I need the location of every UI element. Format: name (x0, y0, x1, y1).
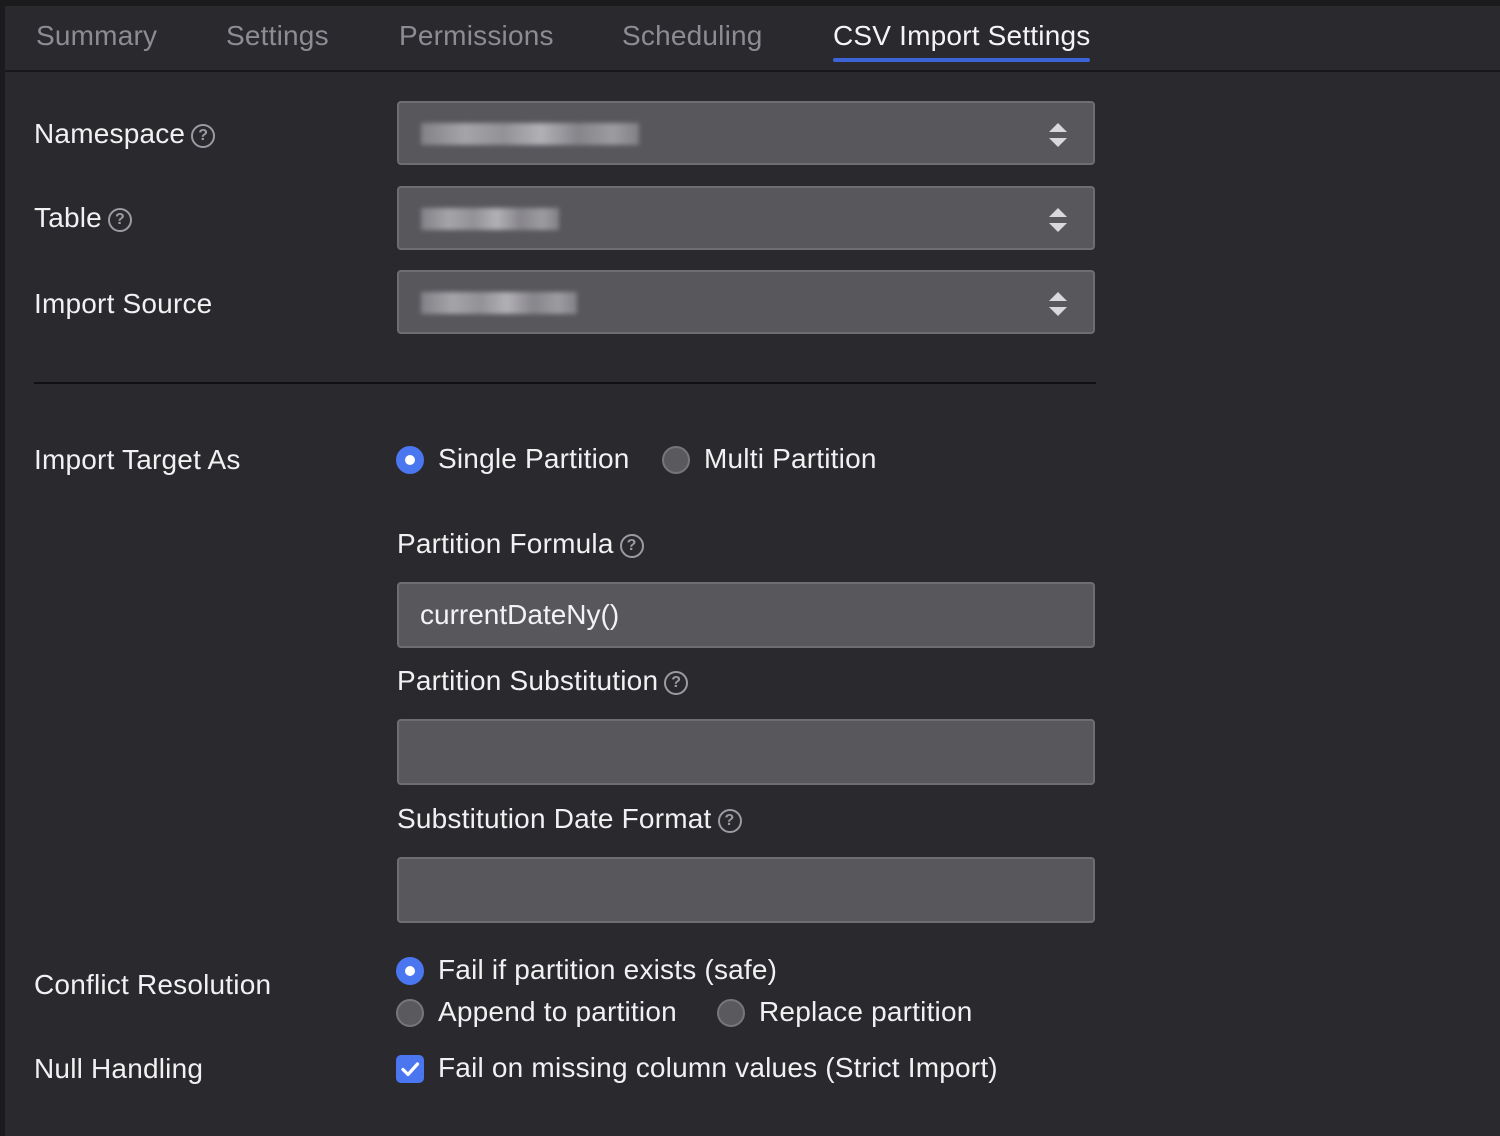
fail-if-exists-label[interactable]: Fail if partition exists (safe) (438, 954, 777, 986)
substitution-date-format-input[interactable] (397, 857, 1095, 923)
tab-scheduling[interactable]: Scheduling (622, 20, 763, 52)
tab-summary[interactable]: Summary (36, 20, 157, 52)
tab-bar: Summary Settings Permissions Scheduling … (5, 6, 1500, 72)
namespace-label-text: Namespace (34, 118, 186, 149)
replace-partition-radio[interactable] (717, 999, 745, 1027)
partition-substitution-input[interactable] (397, 719, 1095, 785)
null-handling-label: Null Handling (34, 1053, 204, 1084)
checkmark-icon (401, 1062, 420, 1077)
partition-substitution-label: Partition Substitution? (397, 665, 689, 697)
redacted-value (421, 123, 639, 145)
partition-formula-label-text: Partition Formula (397, 528, 614, 559)
redacted-value (421, 292, 577, 314)
replace-partition-label[interactable]: Replace partition (759, 996, 973, 1028)
help-circle-icon[interactable]: ? (664, 671, 689, 695)
partition-formula-input[interactable] (397, 582, 1095, 648)
single-partition-radio[interactable] (396, 446, 424, 474)
conflict-resolution-label: Conflict Resolution (34, 969, 272, 1000)
namespace-select[interactable] (397, 101, 1095, 165)
namespace-label: Namespace? (34, 118, 216, 150)
substitution-date-format-label: Substitution Date Format? (397, 803, 742, 835)
table-label-text: Table (34, 202, 102, 233)
strict-import-checkbox[interactable] (396, 1055, 424, 1083)
multi-partition-label[interactable]: Multi Partition (704, 443, 877, 475)
tab-permissions[interactable]: Permissions (399, 20, 554, 52)
tab-settings[interactable]: Settings (226, 20, 329, 52)
table-label: Table? (34, 202, 132, 234)
tab-csv-import-settings[interactable]: CSV Import Settings (833, 20, 1091, 62)
fail-if-exists-radio[interactable] (396, 957, 424, 985)
window-left-border (0, 0, 5, 1136)
import-target-label: Import Target As (34, 444, 241, 475)
append-partition-radio[interactable] (396, 999, 424, 1027)
help-circle-icon[interactable]: ? (717, 809, 742, 833)
table-select[interactable] (397, 186, 1095, 250)
partition-formula-label: Partition Formula? (397, 528, 644, 560)
substitution-date-format-label-text: Substitution Date Format (397, 803, 712, 834)
import-source-label: Import Source (34, 288, 213, 319)
sort-arrows-icon (1049, 123, 1067, 147)
help-circle-icon[interactable]: ? (191, 124, 216, 148)
section-divider (34, 382, 1096, 384)
sort-arrows-icon (1049, 292, 1067, 316)
strict-import-label[interactable]: Fail on missing column values (Strict Im… (438, 1052, 998, 1084)
help-circle-icon[interactable]: ? (107, 208, 132, 232)
redacted-value (421, 208, 559, 230)
help-circle-icon[interactable]: ? (619, 534, 644, 558)
sort-arrows-icon (1049, 208, 1067, 232)
single-partition-label[interactable]: Single Partition (438, 443, 630, 475)
multi-partition-radio[interactable] (662, 446, 690, 474)
partition-substitution-label-text: Partition Substitution (397, 665, 659, 696)
import-source-select[interactable] (397, 270, 1095, 334)
append-partition-label[interactable]: Append to partition (438, 996, 677, 1028)
